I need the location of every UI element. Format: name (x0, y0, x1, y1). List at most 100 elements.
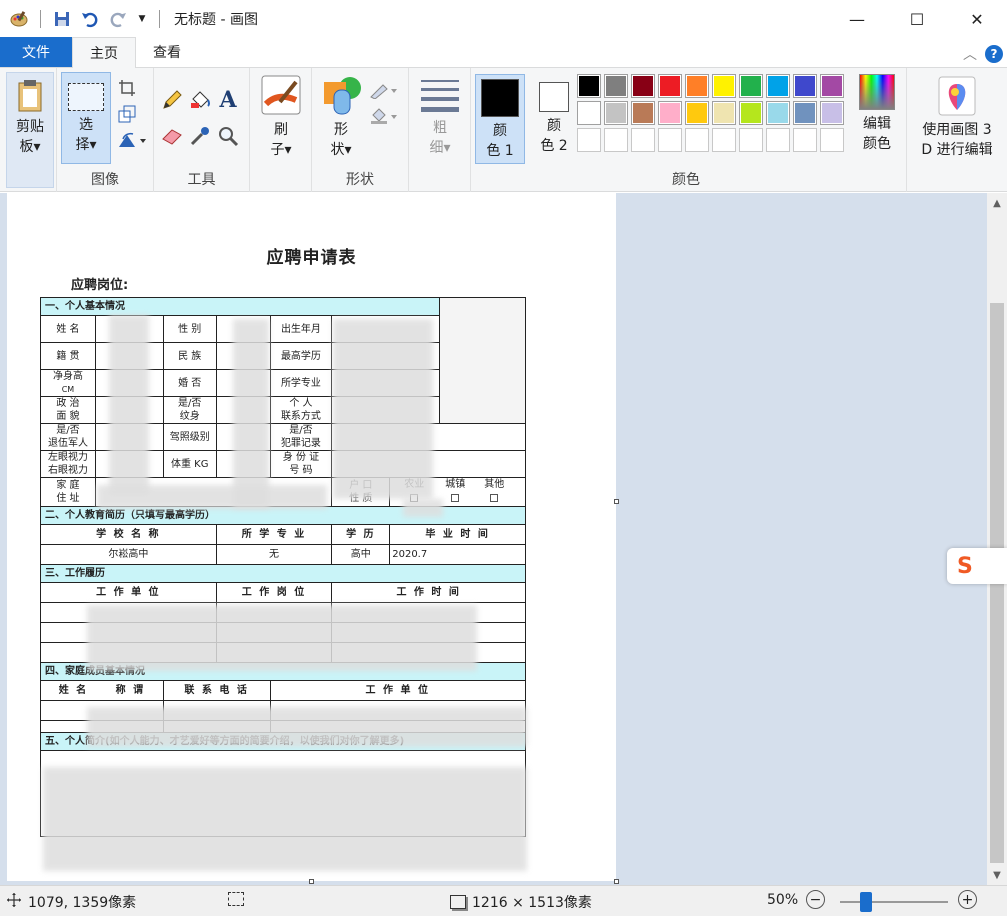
tab-file[interactable]: 文件 (0, 37, 72, 67)
palette-swatch[interactable] (658, 74, 682, 98)
undo-icon[interactable] (79, 8, 101, 30)
palette-swatch[interactable] (577, 101, 601, 125)
eraser-icon[interactable] (160, 124, 184, 148)
fill-bucket-icon[interactable] (188, 88, 212, 112)
image-group: 选 择▾ 图像 (57, 68, 154, 192)
edit-colors-line1: 编辑 (863, 116, 891, 132)
redaction (109, 315, 149, 495)
sogou-ime-widget[interactable]: S (947, 548, 1007, 584)
paint-window: ▼ 无标题 - 画图 — ☐ ✕ 文件 主页 查看 ︿ ? 剪贴 板▾ 选 择▾… (0, 0, 1007, 916)
palette-swatch[interactable] (712, 128, 736, 152)
palette-swatch[interactable] (658, 128, 682, 152)
separator (159, 10, 160, 28)
select-button[interactable]: 选 择▾ (61, 72, 111, 164)
palette-swatch[interactable] (793, 128, 817, 152)
help-icon[interactable]: ? (985, 45, 1003, 63)
photo-box (439, 297, 526, 424)
palette-swatch[interactable] (739, 74, 763, 98)
color-picker-icon[interactable] (188, 124, 212, 148)
scroll-up-icon[interactable]: ▲ (987, 193, 1007, 213)
drawing-canvas[interactable]: 应聘申请表 应聘岗位: 一、个人基本情况 姓 名 性 别 出生年月 籍 贯 民 族 最高… (7, 193, 616, 881)
palette-swatch[interactable] (793, 74, 817, 98)
work-post-header: 工 作 岗 位 (215, 582, 333, 603)
palette-swatch[interactable] (766, 74, 790, 98)
palette-swatch[interactable] (658, 101, 682, 125)
fill-icon[interactable] (368, 104, 400, 128)
tab-home[interactable]: 主页 (72, 37, 136, 68)
palette-swatch[interactable] (631, 74, 655, 98)
edit-colors-button[interactable]: 编辑 颜色 (849, 74, 905, 154)
study-major-header: 所 学 专 业 (215, 524, 333, 545)
palette-swatch[interactable] (577, 128, 601, 152)
palette-swatch[interactable] (739, 128, 763, 152)
save-icon[interactable] (51, 8, 73, 30)
collapse-ribbon-icon[interactable]: ︿ (963, 44, 977, 64)
size-button[interactable]: 粗 细▾ (415, 76, 465, 158)
palette-swatch[interactable] (820, 101, 844, 125)
palette-swatch[interactable] (631, 101, 655, 125)
palette-swatch[interactable] (793, 101, 817, 125)
maximize-button[interactable]: ☐ (887, 0, 947, 38)
palette-swatch[interactable] (766, 128, 790, 152)
color2-swatch (539, 82, 569, 112)
magnifier-icon[interactable] (216, 124, 240, 148)
edit-colors-line2: 颜色 (863, 136, 891, 152)
palette-swatch[interactable] (685, 101, 709, 125)
palette-swatch[interactable] (712, 74, 736, 98)
color1-button[interactable]: 颜 色 1 (475, 74, 525, 164)
zoom-slider-track[interactable] (840, 901, 948, 903)
crop-icon[interactable] (115, 76, 139, 100)
tab-view[interactable]: 查看 (136, 37, 198, 67)
birth-label: 出生年月 (269, 315, 333, 343)
palette-swatch[interactable] (739, 101, 763, 125)
palette-swatch[interactable] (685, 128, 709, 152)
redo-icon[interactable] (107, 8, 129, 30)
vertical-scrollbar[interactable]: ▲ ▼ (987, 193, 1007, 885)
palette-swatch[interactable] (604, 74, 628, 98)
size-label-line2: 细▾ (429, 140, 451, 156)
color2-button[interactable]: 颜 色 2 (529, 74, 579, 164)
grad-value: 2020.7 (389, 544, 526, 565)
palette-swatch[interactable] (820, 128, 844, 152)
text-tool-icon[interactable]: A (216, 87, 240, 113)
tools-group: A 工具 (154, 68, 250, 192)
customize-toolbar-icon[interactable]: ▼ (135, 8, 149, 30)
scroll-down-icon[interactable]: ▼ (987, 865, 1007, 885)
resize-handle-bottom[interactable] (309, 879, 314, 884)
palette-swatch[interactable] (577, 74, 601, 98)
redaction (87, 605, 477, 671)
rotate-icon[interactable] (115, 128, 149, 152)
palette-swatch[interactable] (820, 74, 844, 98)
tattoo-label: 是/否 纹身 (162, 396, 217, 424)
paint3d-button[interactable]: 使用画图 3 D 进行编辑 (909, 76, 1005, 160)
palette-swatch[interactable] (685, 74, 709, 98)
palette-swatch[interactable] (766, 101, 790, 125)
license-label: 驾照级别 (162, 423, 217, 451)
shapes-button[interactable]: 形 状▾ (316, 74, 366, 160)
shapes-group-label: 形状 (346, 172, 374, 188)
shapes-icon (320, 74, 362, 116)
resize-icon[interactable] (115, 102, 139, 126)
pencil-icon[interactable] (160, 88, 184, 112)
outline-icon[interactable] (368, 78, 400, 102)
clipboard-icon (15, 79, 45, 113)
canvas-workspace[interactable]: 应聘申请表 应聘岗位: 一、个人基本情况 姓 名 性 别 出生年月 籍 贯 民 族 最高… (0, 193, 1007, 885)
brushes-button[interactable]: 刷 子▾ (256, 74, 306, 160)
redaction (403, 499, 443, 517)
school-value: 尔崧高中 (40, 544, 217, 565)
cursor-position-text: 1079, 1359像素 (28, 895, 137, 911)
close-button[interactable]: ✕ (947, 0, 1007, 38)
palette-swatch[interactable] (604, 101, 628, 125)
zoom-slider-thumb[interactable] (860, 892, 872, 912)
minimize-button[interactable]: — (827, 0, 887, 38)
zoom-in-button[interactable]: + (958, 890, 977, 909)
paste-button[interactable]: 剪贴 板▾ (6, 72, 54, 188)
paint-app-icon[interactable] (8, 8, 30, 30)
resize-handle-corner[interactable] (614, 879, 619, 884)
palette-swatch[interactable] (631, 128, 655, 152)
palette-swatch[interactable] (604, 128, 628, 152)
zoom-out-button[interactable]: − (806, 890, 825, 909)
palette-swatch[interactable] (712, 101, 736, 125)
color1-label-line1: 颜 (493, 123, 507, 139)
resize-handle-right[interactable] (614, 499, 619, 504)
